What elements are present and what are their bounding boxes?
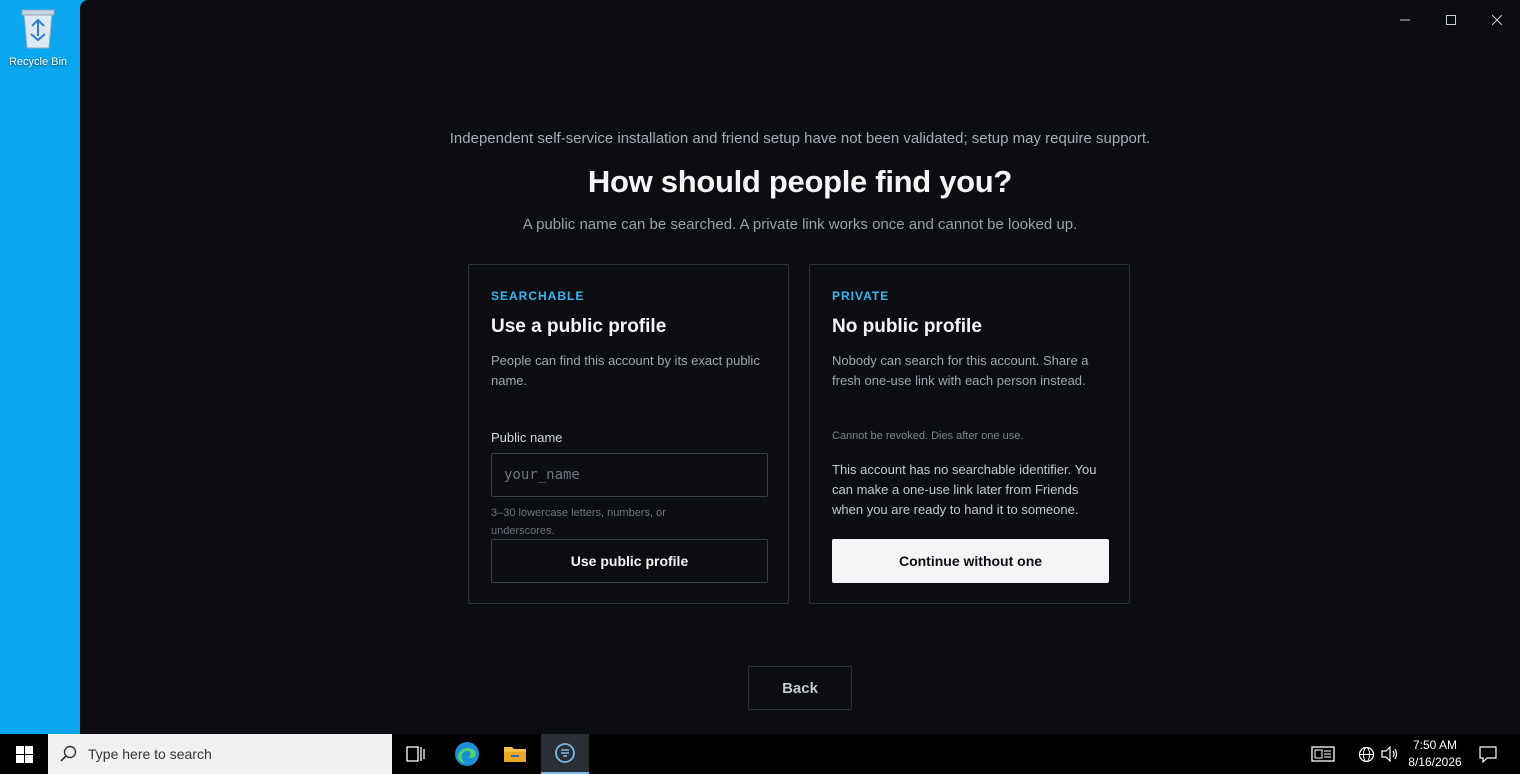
clock-date: 8/16/2026 bbox=[1408, 755, 1462, 769]
clock-time: 7:50 AM bbox=[1412, 738, 1458, 752]
private-profile-card: PRIVATE No public profile Nobody can sea… bbox=[809, 264, 1130, 604]
public-name-hint: 3–30 lowercase letters, numbers, or unde… bbox=[491, 507, 666, 537]
taskbar-clock[interactable]: 7:50 AM 8/16/2026 bbox=[1402, 737, 1468, 771]
globe-icon bbox=[1358, 746, 1374, 762]
taskbar-search-box[interactable]: Type here to search bbox=[48, 734, 392, 774]
speaker-icon bbox=[1381, 746, 1398, 762]
private-card-title: No public profile bbox=[832, 316, 982, 337]
folder-icon bbox=[504, 747, 526, 762]
page-subtitle: A public name can be searched. A private… bbox=[522, 216, 1078, 233]
search-icon bbox=[60, 745, 78, 763]
start-button[interactable] bbox=[0, 734, 48, 774]
use-public-profile-button[interactable]: Use public profile bbox=[491, 539, 768, 583]
notification-icon bbox=[1479, 746, 1497, 763]
app-logo-icon bbox=[555, 743, 575, 763]
maximize-icon bbox=[1446, 15, 1456, 25]
task-view-button[interactable] bbox=[392, 734, 440, 774]
page-title: How should people find you? bbox=[587, 164, 1013, 199]
news-widget-button[interactable] bbox=[1308, 734, 1338, 774]
app-taskbar-button[interactable] bbox=[541, 734, 589, 774]
public-card-description: People can find this account by its exac… bbox=[491, 353, 760, 388]
news-icon bbox=[1311, 746, 1335, 762]
maximize-button[interactable] bbox=[1428, 0, 1474, 40]
edge-taskbar-button[interactable] bbox=[443, 734, 491, 774]
continue-without-one-button[interactable]: Continue without one bbox=[832, 539, 1109, 583]
window-controls bbox=[1382, 0, 1520, 40]
recycle-bin-label: Recycle Bin bbox=[8, 56, 68, 68]
network-button[interactable] bbox=[1356, 734, 1376, 774]
private-link-note: Cannot be revoked. Dies after one use. bbox=[832, 430, 1024, 442]
private-card-description: Nobody can search for this account. Shar… bbox=[832, 353, 1089, 388]
public-name-label: Public name bbox=[491, 430, 563, 445]
taskbar-search-placeholder: Type here to search bbox=[88, 746, 212, 762]
public-card-title: Use a public profile bbox=[491, 316, 667, 337]
private-tag: PRIVATE bbox=[832, 289, 890, 303]
app-window: Independent self-service installation an… bbox=[80, 0, 1520, 734]
taskbar: Type here to search 7:50 AM 8/16/2026 bbox=[0, 734, 1520, 774]
recycle-bin-shortcut[interactable]: Recycle Bin bbox=[4, 6, 72, 76]
private-card-details: This account has no searchable identifie… bbox=[832, 462, 1097, 517]
windows-logo-icon bbox=[15, 745, 33, 763]
minimize-icon bbox=[1400, 19, 1410, 21]
recycle-bin-icon bbox=[21, 9, 55, 49]
searchable-tag: SEARCHABLE bbox=[491, 289, 585, 303]
task-view-icon bbox=[406, 746, 425, 762]
public-profile-card: SEARCHABLE Use a public profile People c… bbox=[468, 264, 789, 604]
validation-notice: Independent self-service installation an… bbox=[449, 130, 1151, 147]
edge-browser-icon bbox=[455, 742, 479, 766]
file-explorer-taskbar-button[interactable] bbox=[491, 734, 539, 774]
close-button[interactable] bbox=[1474, 0, 1520, 40]
notification-center-button[interactable] bbox=[1476, 734, 1500, 774]
public-name-input[interactable] bbox=[491, 453, 768, 497]
minimize-button[interactable] bbox=[1382, 0, 1428, 40]
volume-button[interactable] bbox=[1380, 734, 1400, 774]
close-icon bbox=[1492, 15, 1502, 25]
back-button[interactable]: Back bbox=[748, 666, 852, 710]
